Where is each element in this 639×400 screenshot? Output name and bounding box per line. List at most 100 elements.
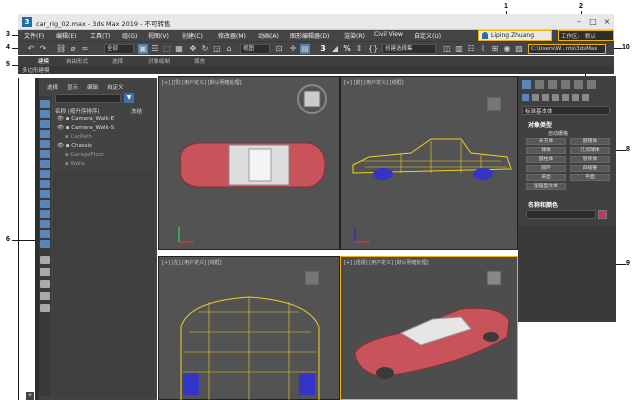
layer-filter-icon[interactable] <box>40 256 50 264</box>
redo-icon[interactable]: ↷ <box>38 44 48 54</box>
scale-icon[interactable]: ◲ <box>212 44 222 54</box>
undo-icon[interactable]: ↶ <box>26 44 36 54</box>
lights-filter-icon[interactable] <box>40 150 50 158</box>
sphere-button[interactable]: 球体 <box>526 147 566 154</box>
move-icon[interactable]: ✥ <box>188 44 198 54</box>
rollout-name-color-title[interactable]: 名称和颜色 <box>528 200 558 209</box>
bones-filter-icon[interactable] <box>40 210 50 218</box>
geometry-filter-icon[interactable] <box>40 130 50 138</box>
systems-category-icon[interactable] <box>582 94 589 101</box>
xrefs-filter-icon[interactable] <box>40 200 50 208</box>
scene-tab-edit[interactable]: 编辑 <box>87 83 98 91</box>
named-selection-dropdown[interactable]: 创建选择集 <box>382 44 436 54</box>
viewport-top[interactable]: [+] [顶] [用户定义] [默认明暗处理] <box>158 76 340 250</box>
list-item[interactable]: ▪ Walls <box>57 161 153 169</box>
menu-rendering[interactable]: 渲染(R) <box>344 31 365 40</box>
category-dropdown[interactable]: 标准基本体 <box>522 106 610 115</box>
select-manipulate-icon[interactable]: ✛ <box>288 44 298 54</box>
freeze-column-header[interactable]: 冻结 <box>131 107 142 115</box>
scene-tab-customize[interactable]: 自定义 <box>107 83 124 91</box>
autogrid-checkbox[interactable]: 自动栅格 <box>548 130 568 137</box>
menu-civil-view[interactable]: Civil View <box>374 31 403 38</box>
percent-snap-icon[interactable]: % <box>342 44 352 54</box>
list-item[interactable]: 👁 ▪ Chassis <box>57 143 153 151</box>
shapes-category-icon[interactable] <box>532 94 539 101</box>
helpers-filter-icon[interactable] <box>40 170 50 178</box>
teapot-button[interactable]: 茶壶 <box>526 174 566 181</box>
menu-animation[interactable]: 动画(A) <box>258 31 279 40</box>
motion-tab-icon[interactable] <box>561 80 570 89</box>
link-icon[interactable]: ⛓ <box>56 44 66 54</box>
lights-category-icon[interactable] <box>542 94 549 101</box>
geosphere-button[interactable]: 几何球体 <box>570 147 610 154</box>
find-filter-icon[interactable] <box>40 280 50 288</box>
selection-filter-dropdown[interactable]: 全部 <box>104 44 134 54</box>
box-button[interactable]: 长方体 <box>526 138 566 145</box>
panel-toggle-icon[interactable] <box>40 304 50 312</box>
pyramid-button[interactable]: 四棱锥 <box>570 165 610 172</box>
bind-spacewarp-icon[interactable]: ≈ <box>80 44 90 54</box>
menu-graph-editors[interactable]: 图形编辑器(D) <box>290 31 329 40</box>
utilities-tab-icon[interactable] <box>587 80 596 89</box>
render-setup-icon[interactable]: ▨ <box>514 44 524 54</box>
angle-snap-icon[interactable]: ◢ <box>330 44 340 54</box>
ribbon-subtab-poly-modeling[interactable]: 多边形建模 <box>22 66 50 74</box>
containers-filter-icon[interactable] <box>40 220 50 228</box>
object-color-swatch[interactable] <box>598 210 607 219</box>
name-column-header[interactable]: 名称 (按升序排序) <box>55 107 100 115</box>
scene-tab-select[interactable]: 选择 <box>47 83 58 91</box>
sort-filter-icon[interactable] <box>40 268 50 276</box>
object-name-input[interactable] <box>526 210 596 219</box>
menu-modifiers[interactable]: 修改器(M) <box>218 31 246 40</box>
list-item[interactable]: 👁 ▪ Camera_Walk-S <box>57 125 153 133</box>
frozen-filter-icon[interactable] <box>40 230 50 238</box>
display-none-icon[interactable] <box>40 100 50 108</box>
cylinder-button[interactable]: 圆柱体 <box>526 156 566 163</box>
curve-editor-icon[interactable]: ⌇ <box>478 44 488 54</box>
groups-filter-icon[interactable] <box>40 190 50 198</box>
material-editor-icon[interactable]: ◉ <box>502 44 512 54</box>
visibility-icon[interactable]: 👁 <box>57 116 64 122</box>
ribbon-tab-modeling[interactable]: 建模 <box>38 57 49 65</box>
ribbon-tab-populate[interactable]: 填充 <box>194 57 205 65</box>
minimize-button[interactable]: – <box>572 16 586 27</box>
spacewarps-filter-icon[interactable] <box>40 180 50 188</box>
project-path-field[interactable]: C:\Users\W...nts\3dsMax <box>528 44 606 54</box>
menu-edit[interactable]: 编辑(E) <box>56 31 76 40</box>
cameras-category-icon[interactable] <box>552 94 559 101</box>
rollout-object-type-title[interactable]: 对象类型 <box>528 120 552 129</box>
display-invert-icon[interactable] <box>40 120 50 128</box>
cone-button[interactable]: 圆锥体 <box>570 138 610 145</box>
geometry-category-icon[interactable] <box>522 94 529 101</box>
display-tab-icon[interactable] <box>574 80 583 89</box>
text-plus-button[interactable]: 加强型文本 <box>526 183 566 190</box>
helpers-category-icon[interactable] <box>562 94 569 101</box>
workspace-selector[interactable]: 工作区: 默认 <box>558 30 614 41</box>
shapes-filter-icon[interactable] <box>40 140 50 148</box>
create-tab-icon[interactable] <box>522 80 531 89</box>
layer-explorer-icon[interactable]: ☷ <box>466 44 476 54</box>
hidden-filter-icon[interactable] <box>40 240 50 248</box>
visibility-icon[interactable]: 👁 <box>57 125 64 131</box>
tube-button[interactable]: 管状体 <box>570 156 610 163</box>
select-object-icon[interactable]: ▣ <box>138 44 148 54</box>
modify-tab-icon[interactable] <box>535 80 544 89</box>
visibility-icon[interactable]: 👁 <box>57 143 64 149</box>
unlink-icon[interactable]: ⌀ <box>68 44 78 54</box>
menu-create[interactable]: 创建(C) <box>182 31 203 40</box>
scene-search-input[interactable] <box>55 94 121 103</box>
hierarchy-tab-icon[interactable] <box>548 80 557 89</box>
menu-file[interactable]: 文件(F) <box>24 31 44 40</box>
torus-button[interactable]: 圆环 <box>526 165 566 172</box>
cameras-filter-icon[interactable] <box>40 160 50 168</box>
settings-filter-icon[interactable] <box>40 292 50 300</box>
align-icon[interactable]: ▥ <box>454 44 464 54</box>
place-icon[interactable]: ⌂ <box>224 44 234 54</box>
maximize-button[interactable]: □ <box>586 16 600 27</box>
list-item[interactable]: 👁 ▪ Camera_Walk-E <box>57 116 153 124</box>
select-by-name-icon[interactable]: ☰ <box>150 44 160 54</box>
spinner-snap-icon[interactable]: ⇕ <box>354 44 364 54</box>
ribbon-tab-object-paint[interactable]: 对象绘制 <box>148 57 170 65</box>
menu-views[interactable]: 视图(V) <box>148 31 169 40</box>
scene-tab-display[interactable]: 显示 <box>67 83 78 91</box>
